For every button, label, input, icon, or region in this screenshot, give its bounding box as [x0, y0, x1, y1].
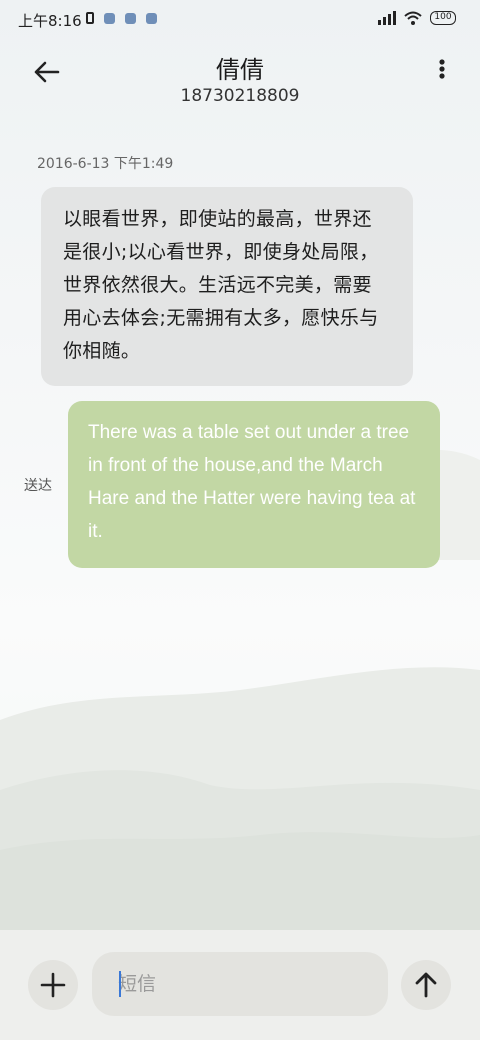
- status-bar: 上午8:16 100: [0, 0, 480, 40]
- status-right-icons: 100: [378, 11, 456, 25]
- send-button[interactable]: [401, 960, 451, 1010]
- conversation-header: 倩倩 18730218809: [0, 44, 480, 114]
- notification-icon: [125, 12, 136, 24]
- message-timestamp: 2016-6-13 下午1:49: [37, 156, 174, 172]
- more-options-button[interactable]: [434, 56, 450, 92]
- more-vertical-icon: [439, 59, 445, 79]
- notification-icon: [104, 12, 115, 24]
- contact-name: 倩倩: [216, 56, 264, 84]
- outgoing-message-bubble[interactable]: There was a table set out under a tree i…: [68, 401, 440, 568]
- contact-number: 18730218809: [180, 86, 300, 106]
- wifi-icon: [404, 11, 422, 25]
- notification-icon: [146, 12, 157, 24]
- text-cursor: [119, 971, 121, 997]
- incoming-message-bubble[interactable]: 以眼看世界，即使站的最高，世界还是很小;以心看世界，即使身处局限，世界依然很大。…: [41, 187, 413, 386]
- battery-icon: 100: [430, 11, 456, 25]
- signal-icon: [378, 11, 396, 25]
- message-input[interactable]: [92, 952, 388, 1016]
- arrow-up-icon: [415, 972, 437, 998]
- plus-icon: [40, 972, 66, 998]
- delivery-status: 送达: [24, 478, 52, 494]
- status-time: 上午8:16: [18, 12, 82, 30]
- vibrate-icon: [86, 12, 94, 24]
- message-composer: [0, 930, 480, 1040]
- attach-button[interactable]: [28, 960, 78, 1010]
- status-left-icons: [86, 12, 157, 24]
